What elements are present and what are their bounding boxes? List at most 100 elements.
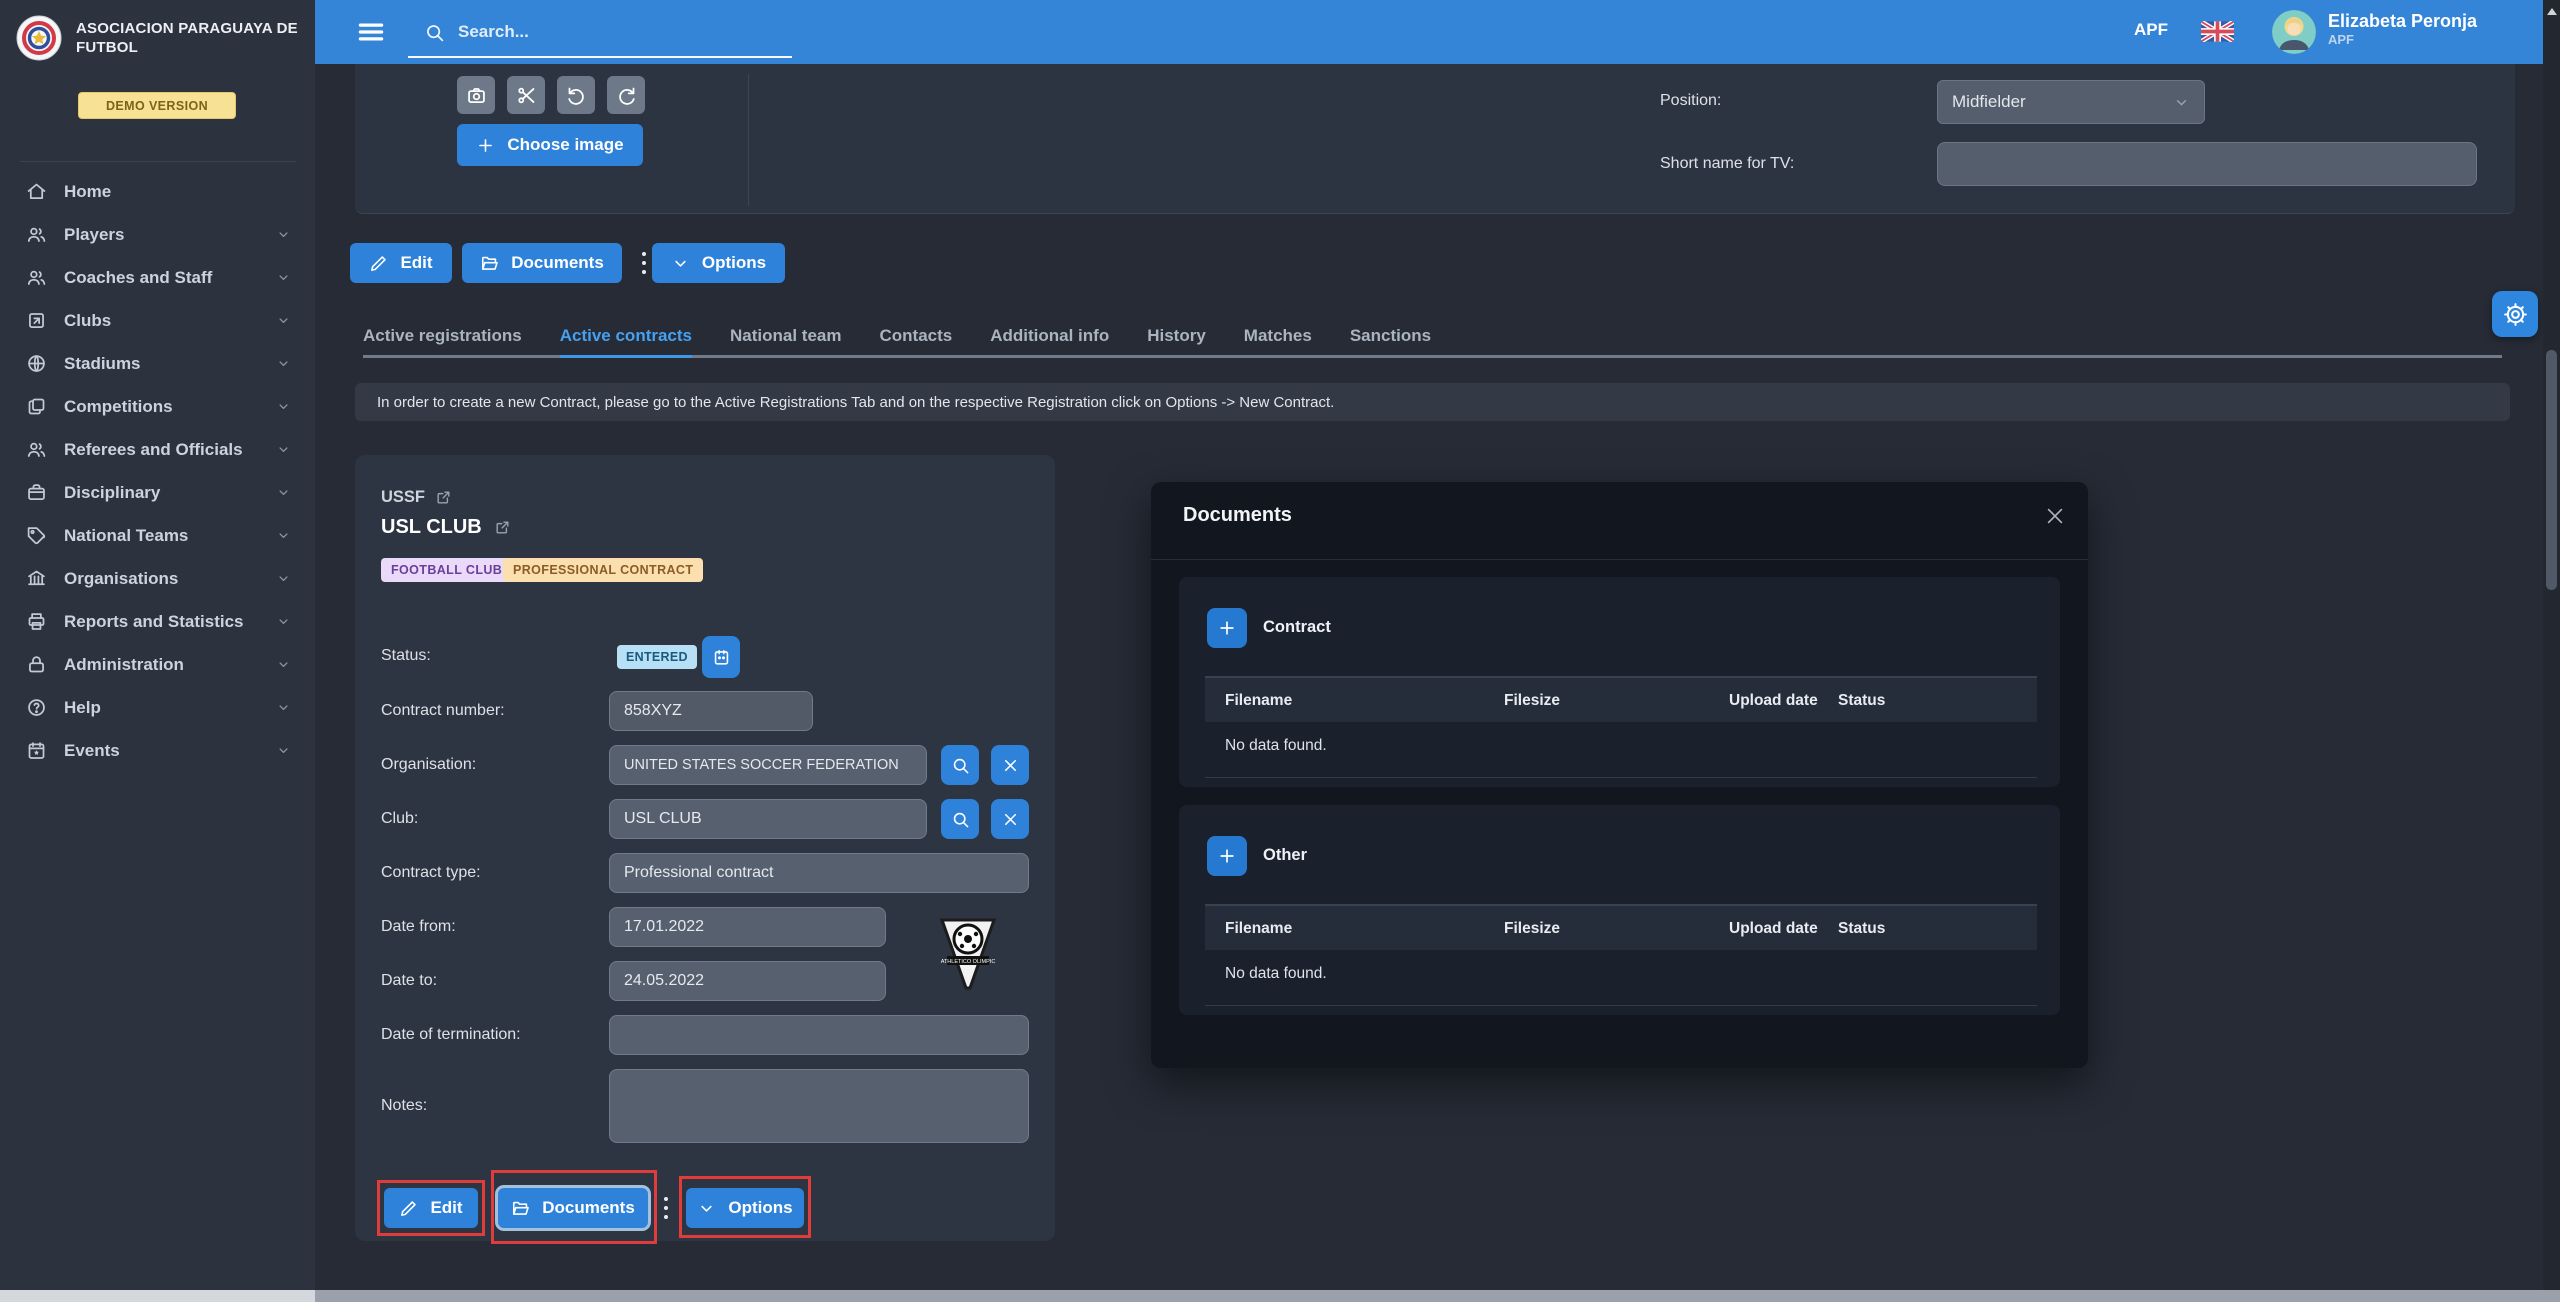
sidebar-item-players[interactable]: Players (0, 213, 315, 256)
menu-icon[interactable] (356, 17, 386, 47)
settings-button[interactable] (2492, 291, 2538, 337)
organisation-input[interactable] (609, 745, 927, 785)
tab-national-team[interactable]: National team (730, 316, 841, 358)
scrollbar-thumb[interactable] (0, 1290, 315, 1302)
scrollbar-thumb[interactable] (2546, 350, 2557, 590)
contract-type-label: Contract type: (381, 853, 581, 893)
sidebar-item-events[interactable]: Events (0, 729, 315, 772)
club-type-badge: FOOTBALL CLUB (381, 558, 512, 582)
scissors-icon (516, 85, 537, 106)
sidebar-item-referees-and-officials[interactable]: Referees and Officials (0, 428, 315, 471)
help-circle-icon (26, 697, 47, 718)
calendar-star-icon (26, 740, 47, 761)
close-icon[interactable] (2044, 505, 2066, 527)
sidebar-item-disciplinary[interactable]: Disciplinary (0, 471, 315, 514)
redo-button[interactable] (607, 76, 645, 114)
tab-sanctions[interactable]: Sanctions (1350, 316, 1431, 358)
chevron-down-icon (276, 700, 291, 715)
sidebar-item-clubs[interactable]: Clubs (0, 299, 315, 342)
search-underline (408, 56, 792, 58)
avatar[interactable] (2272, 10, 2316, 54)
position-select[interactable]: Midfielder (1937, 80, 2205, 124)
folder-open-icon (480, 254, 499, 273)
sidebar-item-home[interactable]: Home (0, 170, 315, 213)
date-from-input[interactable] (609, 907, 886, 947)
contract-number-label: Contract number: (381, 691, 581, 731)
column-filesize: Filesize (1504, 692, 1560, 710)
undo-button[interactable] (557, 76, 595, 114)
home-icon (26, 181, 47, 202)
options-button[interactable]: Options (652, 243, 785, 283)
chevron-down-icon (276, 227, 291, 242)
card-documents-button[interactable]: Documents (498, 1188, 648, 1228)
column-filename: Filename (1225, 692, 1292, 710)
sidebar: ASOCIACION PARAGUAYA DE FUTBOL DEMO VERS… (0, 0, 315, 1290)
notes-textarea[interactable] (609, 1069, 1029, 1143)
crop-button[interactable] (507, 76, 545, 114)
external-link-icon[interactable] (435, 489, 452, 506)
external-link-icon[interactable] (494, 519, 511, 536)
org-short-label[interactable]: APF (2134, 20, 2168, 40)
sidebar-item-organisations[interactable]: Organisations (0, 557, 315, 600)
sidebar-nav: Home Players Coaches and Staff Clubs Sta… (0, 170, 315, 772)
sidebar-item-stadiums[interactable]: Stadiums (0, 342, 315, 385)
chevron-down-icon (276, 313, 291, 328)
card-more-actions-icon[interactable] (655, 1188, 677, 1228)
add-contract-document-button[interactable] (1207, 608, 1247, 648)
sidebar-item-coaches-and-staff[interactable]: Coaches and Staff (0, 256, 315, 299)
termination-input[interactable] (609, 1015, 1029, 1055)
sidebar-item-reports-and-statistics[interactable]: Reports and Statistics (0, 600, 315, 643)
organisation-label: Organisation: (381, 745, 581, 785)
sidebar-item-national-teams[interactable]: National Teams (0, 514, 315, 557)
column-status: Status (1838, 692, 1885, 710)
documents-button[interactable]: Documents (462, 243, 622, 283)
users-icon (26, 224, 47, 245)
chevron-down-icon (276, 614, 291, 629)
vertical-scrollbar[interactable] (2543, 0, 2560, 1302)
column-upload-date: Upload date (1729, 692, 1818, 710)
tv-short-name-input[interactable] (1937, 142, 2477, 186)
chevron-down-icon (2173, 94, 2190, 111)
sidebar-item-administration[interactable]: Administration (0, 643, 315, 686)
search-input[interactable] (458, 16, 778, 48)
club-search-button[interactable] (941, 799, 979, 839)
organisation-search-button[interactable] (941, 745, 979, 785)
add-other-document-button[interactable] (1207, 836, 1247, 876)
scroll-up-arrow-icon[interactable] (2547, 8, 2557, 15)
user-name: Elizabeta Peronja (2328, 10, 2477, 32)
card-options-button[interactable]: Options (686, 1188, 804, 1228)
termination-label: Date of termination: (381, 1015, 581, 1055)
empty-state-text: No data found. (1225, 965, 1327, 983)
organisation-clear-button[interactable] (991, 745, 1029, 785)
card-edit-button[interactable]: Edit (384, 1188, 478, 1228)
tab-additional-info[interactable]: Additional info (990, 316, 1109, 358)
sidebar-item-help[interactable]: Help (0, 686, 315, 729)
club-input[interactable] (609, 799, 927, 839)
contract-number-input[interactable] (609, 691, 813, 731)
contract-type-badge: PROFESSIONAL CONTRACT (503, 558, 703, 582)
camera-button[interactable] (457, 76, 495, 114)
printer-icon (26, 611, 47, 632)
tab-active-registrations[interactable]: Active registrations (363, 316, 522, 358)
chevron-down-icon (276, 657, 291, 672)
horizontal-scrollbar[interactable] (0, 1290, 2560, 1302)
club-clear-button[interactable] (991, 799, 1029, 839)
federation-link[interactable]: USSF (381, 488, 452, 507)
tab-contacts[interactable]: Contacts (880, 316, 953, 358)
pencil-icon (399, 1199, 418, 1218)
lock-icon (26, 654, 47, 675)
tab-history[interactable]: History (1147, 316, 1206, 358)
choose-image-button[interactable]: Choose image (457, 124, 643, 166)
sidebar-item-competitions[interactable]: Competitions (0, 385, 315, 428)
tab-matches[interactable]: Matches (1244, 316, 1312, 358)
club-link[interactable]: USL CLUB (381, 516, 511, 539)
user-menu[interactable]: Elizabeta Peronja APF (2328, 10, 2477, 47)
section-divider (748, 74, 749, 206)
status-history-button[interactable] (702, 636, 740, 678)
language-flag-icon[interactable] (2201, 21, 2234, 42)
date-to-input[interactable] (609, 961, 886, 1001)
contract-type-input[interactable] (609, 853, 1029, 893)
plus-icon (1217, 618, 1237, 638)
edit-button[interactable]: Edit (350, 243, 452, 283)
tab-active-contracts[interactable]: Active contracts (560, 316, 692, 358)
